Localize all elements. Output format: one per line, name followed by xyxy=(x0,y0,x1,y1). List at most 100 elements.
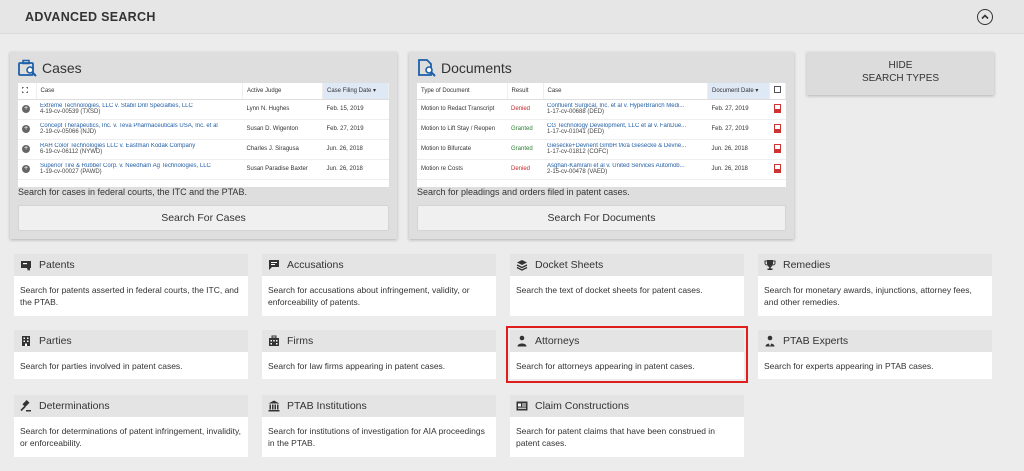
search-cases-button[interactable]: Search For Cases xyxy=(18,205,389,231)
date-cell: Feb. 15, 2019 xyxy=(322,99,389,120)
table-row[interactable]: + Superior Tire & Rubber Corp. v. Needha… xyxy=(18,159,389,180)
document-search-icon xyxy=(418,59,436,77)
documents-panel: Documents Type of Document Result Case D… xyxy=(409,52,794,239)
expert-icon xyxy=(765,335,775,347)
table-row[interactable]: + Concept Therapeutics, Inc. v. Teva Pha… xyxy=(18,119,389,140)
search-type-description: Search for accusations about infringemen… xyxy=(268,285,470,307)
case-number: 2-19-cv-05066 (NJD) xyxy=(40,129,97,135)
table-row[interactable]: + RAH Color Technologies LLC v. Eastman … xyxy=(18,139,389,160)
pdf-icon[interactable] xyxy=(773,103,781,113)
search-type-determinations[interactable]: Determinations Search for determinations… xyxy=(14,395,248,457)
search-type-ptab-institutions[interactable]: PTAB Institutions Search for institution… xyxy=(262,395,496,457)
table-row[interactable]: Motion to Lift Stay / Reopen Granted CG … xyxy=(417,119,786,140)
cases-panel: Cases Case Active Judge Case Filing Date… xyxy=(10,52,397,239)
table-row[interactable]: Motion re Costs Denied Asghari-Kamrani e… xyxy=(417,159,786,180)
case-number: 2-15-cv-00478 (VAED) xyxy=(547,169,608,175)
layers-icon xyxy=(516,260,528,271)
search-type-description: Search the text of docket sheets for pat… xyxy=(516,285,703,295)
column-header-doc-date[interactable]: Document Date ▾ xyxy=(707,83,770,100)
column-header-judge[interactable]: Active Judge xyxy=(242,83,323,100)
page-title: ADVANCED SEARCH xyxy=(25,10,156,24)
judge-cell: Lynn N. Hughes xyxy=(242,99,323,120)
pdf-icon[interactable] xyxy=(773,143,781,153)
judge-cell: Susan Paradise Baxter xyxy=(242,159,323,180)
search-type-description: Search for monetary awards, injunctions,… xyxy=(764,285,972,307)
search-type-remedies[interactable]: Remedies Search for monetary awards, inj… xyxy=(758,254,992,316)
result-cell: Denied xyxy=(507,159,543,180)
documents-preview-table: Type of Document Result Case Document Da… xyxy=(417,83,786,187)
column-header-result[interactable]: Result xyxy=(507,83,544,100)
judge-cell: Susan D. Wigenton xyxy=(242,119,323,140)
doc-type-cell: Motion to Bifurcate xyxy=(417,139,507,160)
date-cell: Jun. 26, 2018 xyxy=(322,159,389,180)
date-cell: Feb. 27, 2019 xyxy=(707,99,770,120)
case-number: 1-17-cv-01041 (DED) xyxy=(547,129,605,135)
search-type-docket-sheets[interactable]: Docket Sheets Search the text of docket … xyxy=(510,254,744,316)
search-type-accusations[interactable]: Accusations Search for accusations about… xyxy=(262,254,496,316)
accusation-icon xyxy=(269,260,279,270)
search-type-ptab-experts[interactable]: PTAB Experts Search for experts appearin… xyxy=(758,330,992,379)
column-header-case[interactable]: Case xyxy=(36,83,243,100)
search-documents-button[interactable]: Search For Documents xyxy=(417,205,786,231)
search-type-firms[interactable]: Firms Search for law firms appearing in … xyxy=(262,330,496,379)
judge-cell: Charles J. Siragusa xyxy=(242,139,323,160)
collapse-chevron-up-icon[interactable] xyxy=(977,9,993,25)
advanced-search-header[interactable]: ADVANCED SEARCH xyxy=(0,0,1024,34)
trophy-icon xyxy=(764,260,776,270)
case-number: 4-19-cv-00539 (TXSD) xyxy=(40,109,101,115)
search-type-description: Search for determinations of patent infr… xyxy=(20,426,241,448)
pdf-icon[interactable] xyxy=(773,123,781,133)
case-search-icon xyxy=(18,59,37,77)
result-cell: Denied xyxy=(507,99,543,120)
date-cell: Jun. 26, 2018 xyxy=(707,159,770,180)
documents-description: Search for pleadings and orders filed in… xyxy=(417,187,630,197)
result-cell: Granted xyxy=(507,119,543,140)
table-row[interactable]: Motion to Redact Transcript Denied Confl… xyxy=(417,99,786,120)
pdf-icon[interactable] xyxy=(773,163,781,173)
search-type-description: Search for experts appearing in PTAB cas… xyxy=(764,361,934,371)
result-cell: Granted xyxy=(507,139,543,160)
hide-search-types-button[interactable]: HIDE SEARCH TYPES xyxy=(807,52,994,95)
search-type-attorneys[interactable]: Attorneys Search for attorneys appearing… xyxy=(506,326,748,383)
search-type-parties[interactable]: Parties Search for parties involved in p… xyxy=(14,330,248,379)
search-type-description: Search for parties involved in patent ca… xyxy=(20,361,183,371)
building-icon xyxy=(22,336,30,346)
search-type-description: Search for law firms appearing in patent… xyxy=(268,361,446,371)
doc-type-cell: Motion re Costs xyxy=(417,159,507,180)
search-type-description: Search for patent claims that have been … xyxy=(516,426,715,448)
date-cell: Feb. 27, 2019 xyxy=(707,119,770,140)
search-type-patents[interactable]: Patents Search for patents asserted in f… xyxy=(14,254,248,316)
expand-all-icon[interactable] xyxy=(18,83,37,100)
institution-icon xyxy=(268,400,280,412)
search-type-description: Search for institutions of investigation… xyxy=(268,426,485,448)
search-type-description: Search for patents asserted in federal c… xyxy=(20,285,239,307)
expand-row-icon[interactable]: + xyxy=(22,105,30,113)
case-number: 1-17-cv-00688 (DED) xyxy=(547,109,605,115)
search-type-description: Search for attorneys appearing in patent… xyxy=(516,361,695,371)
case-number: 1-19-cv-00027 (PAWD) xyxy=(40,169,102,175)
table-row[interactable]: Motion to Bifurcate Granted Giesecke+Dev… xyxy=(417,139,786,160)
claims-icon xyxy=(516,401,528,411)
date-cell: Feb. 27, 2019 xyxy=(322,119,389,140)
person-icon xyxy=(517,335,527,347)
column-header-case[interactable]: Case xyxy=(543,83,708,100)
firm-icon xyxy=(269,335,279,346)
select-all-checkbox[interactable] xyxy=(774,86,781,94)
doc-type-cell: Motion to Lift Stay / Reopen xyxy=(417,119,507,140)
table-row[interactable]: + Extreme Technologies, LLC v. Stabil Dr… xyxy=(18,99,389,120)
gavel-icon xyxy=(20,400,31,412)
expand-row-icon[interactable]: + xyxy=(22,145,30,153)
case-number: 1-17-cv-01812 (COFC) xyxy=(547,149,609,155)
cases-preview-table: Case Active Judge Case Filing Date ▾ + E… xyxy=(18,83,389,187)
column-header-filing-date[interactable]: Case Filing Date ▾ xyxy=(322,83,389,100)
expand-row-icon[interactable]: + xyxy=(22,165,30,173)
column-header-doc-type[interactable]: Type of Document xyxy=(417,83,508,100)
cases-description: Search for cases in federal courts, the … xyxy=(18,187,247,197)
expand-row-icon[interactable]: + xyxy=(22,125,30,133)
patent-icon xyxy=(21,261,31,271)
date-cell: Jun. 26, 2018 xyxy=(322,139,389,160)
doc-type-cell: Motion to Redact Transcript xyxy=(417,99,507,120)
search-type-claim-constructions[interactable]: Claim Constructions Search for patent cl… xyxy=(510,395,744,457)
date-cell: Jun. 26, 2018 xyxy=(707,139,770,160)
case-number: 6-19-cv-06112 (NYWD) xyxy=(40,149,103,155)
